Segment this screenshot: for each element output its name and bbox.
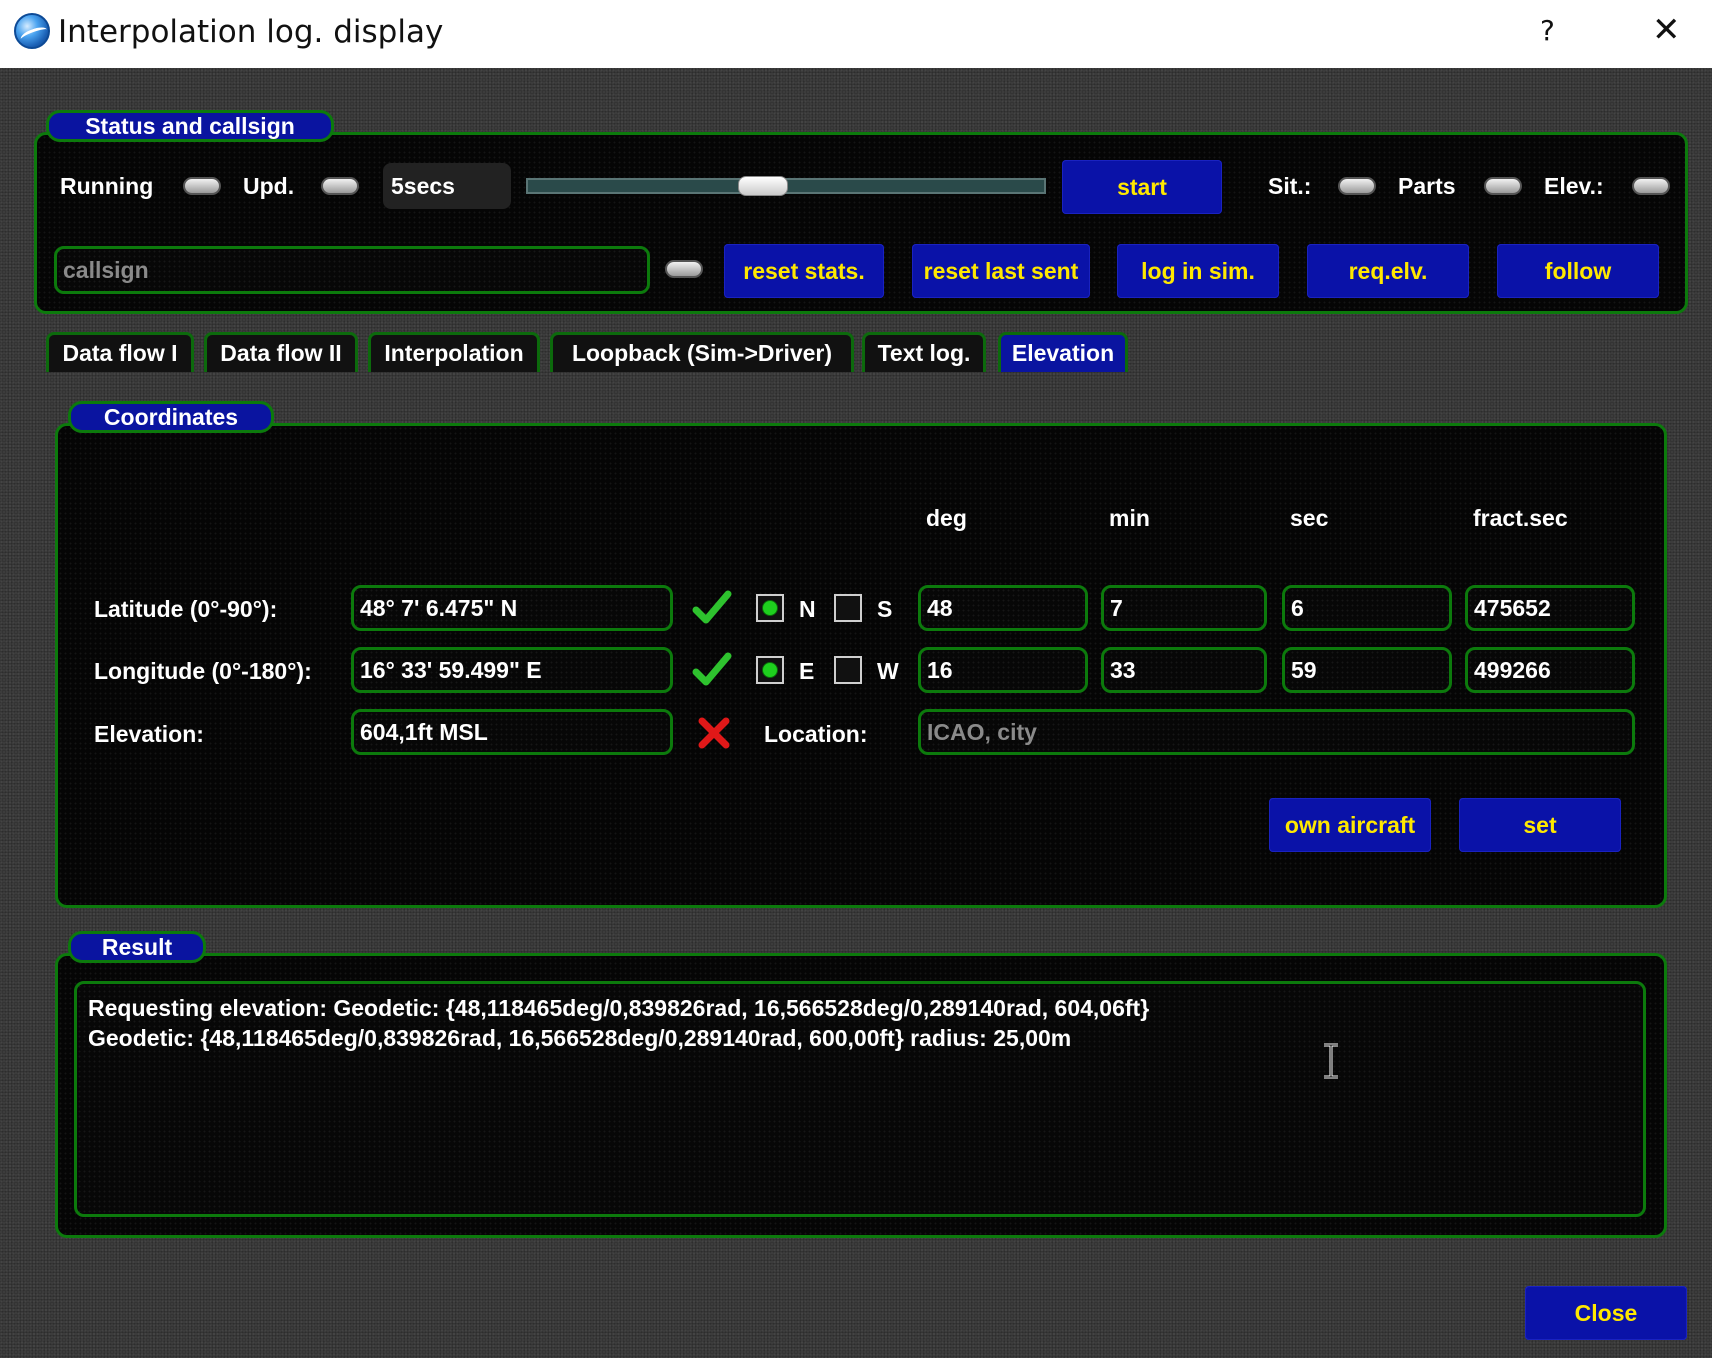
longitude-min-value: 33	[1110, 656, 1136, 683]
latitude-min-input[interactable]: 7	[1101, 585, 1267, 631]
sit-label: Sit.:	[1268, 173, 1312, 199]
log-in-sim-button[interactable]: log in sim.	[1117, 244, 1279, 298]
latitude-south-label: S	[877, 596, 893, 622]
app-globe-icon	[14, 13, 50, 49]
longitude-west-label: W	[877, 658, 899, 684]
tab-data-flow-2[interactable]: Data flow II	[204, 332, 358, 372]
longitude-east-radio[interactable]	[756, 656, 784, 684]
tab-elevation[interactable]: Elevation	[998, 332, 1128, 372]
latitude-fract-input[interactable]: 475652	[1465, 585, 1635, 631]
latitude-north-label: N	[799, 596, 816, 622]
latitude-value: 48° 7' 6.475" N	[360, 594, 518, 621]
longitude-deg-input[interactable]: 16	[918, 647, 1088, 693]
interval-slider-handle[interactable]	[737, 176, 788, 196]
elevation-invalid-cross-icon	[698, 717, 730, 749]
callsign-input[interactable]: callsign	[54, 246, 650, 294]
title-bar: Interpolation log. display ? ✕	[0, 0, 1712, 68]
sit-indicator	[1338, 177, 1376, 195]
longitude-value: 16° 33' 59.499" E	[360, 656, 542, 683]
interval-combobox[interactable]: 5secs	[383, 163, 511, 209]
elev-indicator	[1632, 177, 1670, 195]
own-aircraft-button[interactable]: own aircraft	[1269, 798, 1431, 852]
longitude-east-label: E	[799, 658, 815, 684]
location-input[interactable]: ICAO, city	[918, 709, 1635, 755]
set-button[interactable]: set	[1459, 798, 1621, 852]
req-elv-button[interactable]: req.elv.	[1307, 244, 1469, 298]
location-label: Location:	[764, 721, 868, 747]
longitude-west-radio[interactable]	[834, 656, 862, 684]
window-title: Interpolation log. display	[58, 14, 444, 50]
header-fract-sec: fract.sec	[1473, 505, 1568, 531]
parts-label: Parts	[1398, 173, 1456, 199]
longitude-sec-value: 59	[1291, 656, 1317, 683]
callsign-placeholder: callsign	[63, 256, 149, 283]
longitude-input[interactable]: 16° 33' 59.499" E	[351, 647, 673, 693]
close-window-button[interactable]: ✕	[1652, 10, 1681, 50]
latitude-label: Latitude (0°-90°):	[94, 596, 278, 622]
callsign-indicator	[665, 260, 703, 278]
header-sec: sec	[1290, 505, 1329, 531]
reset-stats-button[interactable]: reset stats.	[724, 244, 884, 298]
elevation-value: 604,1ft MSL	[360, 718, 488, 745]
parts-indicator	[1484, 177, 1522, 195]
longitude-min-input[interactable]: 33	[1101, 647, 1267, 693]
header-min: min	[1109, 505, 1150, 531]
latitude-north-radio[interactable]	[756, 594, 784, 622]
upd-label: Upd.	[243, 173, 295, 199]
text-cursor-icon	[1324, 1043, 1338, 1079]
latitude-sec-value: 6	[1291, 594, 1304, 621]
elev-label: Elev.:	[1544, 173, 1604, 199]
latitude-sec-input[interactable]: 6	[1282, 585, 1452, 631]
reset-last-sent-button[interactable]: reset last sent	[912, 244, 1090, 298]
radio-selected-dot	[762, 600, 778, 616]
elevation-label: Elevation:	[94, 721, 204, 747]
latitude-input[interactable]: 48° 7' 6.475" N	[351, 585, 673, 631]
interval-value: 5secs	[391, 172, 455, 199]
follow-button[interactable]: follow	[1497, 244, 1659, 298]
latitude-fract-value: 475652	[1474, 594, 1551, 621]
tab-data-flow-1[interactable]: Data flow I	[46, 332, 194, 372]
longitude-deg-value: 16	[927, 656, 953, 683]
running-label: Running	[60, 173, 154, 199]
longitude-valid-check-icon	[692, 652, 732, 686]
running-indicator	[183, 177, 221, 195]
longitude-fract-input[interactable]: 499266	[1465, 647, 1635, 693]
latitude-deg-input[interactable]: 48	[918, 585, 1088, 631]
help-button[interactable]: ?	[1540, 14, 1555, 47]
longitude-sec-input[interactable]: 59	[1282, 647, 1452, 693]
elevation-input[interactable]: 604,1ft MSL	[351, 709, 673, 755]
tab-text-log[interactable]: Text log.	[862, 332, 986, 372]
result-line-1: Requesting elevation: Geodetic: {48,1184…	[88, 995, 1150, 1021]
header-deg: deg	[926, 505, 967, 531]
longitude-label: Longitude (0°-180°):	[94, 658, 312, 684]
start-button[interactable]: start	[1062, 160, 1222, 214]
result-panel-title: Result	[68, 931, 206, 963]
tab-loopback[interactable]: Loopback (Sim->Driver)	[550, 332, 854, 372]
status-panel-title: Status and callsign	[46, 110, 334, 142]
latitude-min-value: 7	[1110, 594, 1123, 621]
close-button[interactable]: Close	[1525, 1286, 1687, 1340]
latitude-valid-check-icon	[692, 590, 732, 624]
result-line-2: Geodetic: {48,118465deg/0,839826rad, 16,…	[88, 1025, 1072, 1051]
tab-interpolation[interactable]: Interpolation	[368, 332, 540, 372]
upd-indicator	[321, 177, 359, 195]
longitude-fract-value: 499266	[1474, 656, 1551, 683]
latitude-deg-value: 48	[927, 594, 953, 621]
latitude-south-radio[interactable]	[834, 594, 862, 622]
radio-selected-dot	[762, 662, 778, 678]
coordinates-panel-title: Coordinates	[68, 401, 274, 433]
location-placeholder: ICAO, city	[927, 718, 1037, 745]
